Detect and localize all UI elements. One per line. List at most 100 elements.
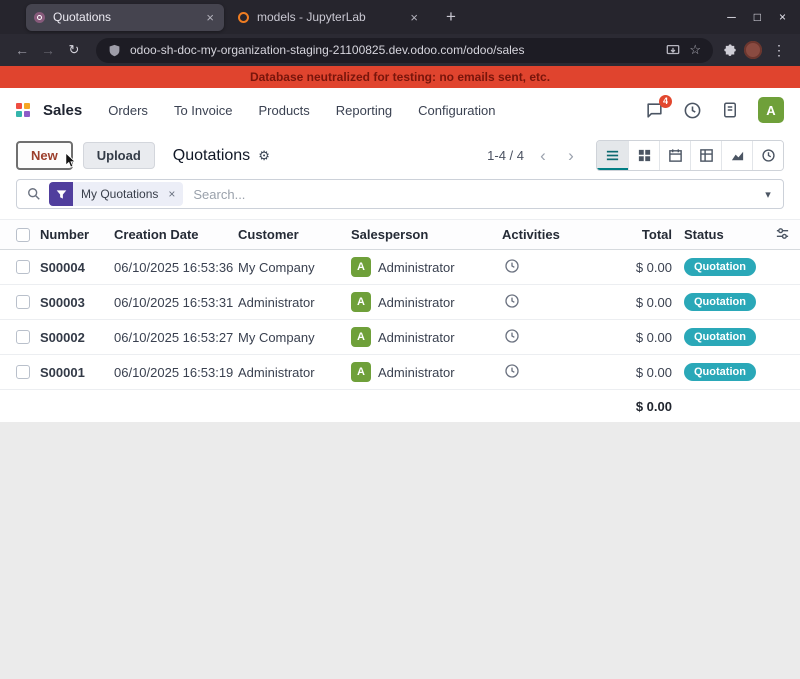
footer-total: $ 0.00	[562, 399, 672, 414]
quotation-number: S00004	[40, 260, 114, 275]
browser-profile-avatar[interactable]	[744, 41, 762, 59]
new-tab-button[interactable]: +	[440, 7, 462, 27]
search-area: My Quotations × ▾	[0, 177, 800, 219]
total-amount: $ 0.00	[562, 260, 672, 275]
forward-button[interactable]: →	[36, 42, 60, 58]
activity-view-button[interactable]	[752, 141, 783, 170]
activity-cell	[502, 328, 562, 347]
user-avatar[interactable]: A	[758, 97, 784, 123]
col-header-salesperson[interactable]: Salesperson	[351, 227, 502, 242]
browser-tab-quotations[interactable]: Quotations ×	[26, 4, 224, 31]
pivot-view-button[interactable]	[690, 141, 721, 170]
select-all-cell	[0, 228, 40, 242]
tab-close-icon[interactable]: ×	[204, 10, 216, 25]
row-checkbox[interactable]	[16, 330, 30, 344]
status-cell: Quotation	[672, 258, 760, 276]
tracking-protection-shield-icon[interactable]	[108, 44, 121, 57]
menu-reporting[interactable]: Reporting	[336, 103, 392, 118]
col-header-status[interactable]: Status	[672, 227, 760, 242]
activity-cell	[502, 363, 562, 382]
page-title: Quotations	[173, 147, 250, 165]
salesperson-name: Administrator	[378, 260, 455, 275]
browser-navbar: ← → ↻ odoo-sh-doc-my-organization-stagin…	[0, 34, 800, 66]
status-badge: Quotation	[684, 328, 756, 346]
salesperson-cell: A Administrator	[351, 327, 502, 347]
systray: 4 A	[645, 97, 784, 123]
extensions-puzzle-icon[interactable]	[723, 43, 738, 58]
activity-clock-icon[interactable]	[504, 363, 520, 382]
total-amount: $ 0.00	[562, 330, 672, 345]
row-checkbox[interactable]	[16, 260, 30, 274]
view-settings-gear-icon[interactable]: ⚙	[258, 148, 270, 164]
view-switcher	[596, 140, 784, 171]
menu-configuration[interactable]: Configuration	[418, 103, 495, 118]
col-header-customer[interactable]: Customer	[238, 227, 351, 242]
row-check-cell	[0, 330, 40, 344]
quotation-row[interactable]: S00003 06/10/2025 16:53:31 Administrator…	[0, 285, 800, 320]
salesperson-name: Administrator	[378, 295, 455, 310]
select-all-checkbox[interactable]	[16, 228, 30, 242]
calendar-view-button[interactable]	[659, 141, 690, 170]
pager-previous-button[interactable]: ‹	[532, 145, 554, 167]
new-button[interactable]: New	[16, 141, 73, 170]
browser-menu-kebab-icon[interactable]: ⋮	[768, 42, 790, 59]
pager-next-button[interactable]: ›	[560, 145, 582, 167]
apps-menu-icon[interactable]	[16, 103, 30, 117]
menu-to-invoice[interactable]: To Invoice	[174, 103, 233, 118]
tab-close-icon[interactable]: ×	[408, 10, 420, 25]
customer: Administrator	[238, 295, 351, 310]
quotation-number: S00003	[40, 295, 114, 310]
col-header-number[interactable]: Number	[40, 227, 114, 242]
salesperson-avatar: A	[351, 257, 371, 277]
journal-icon[interactable]	[721, 101, 739, 119]
window-maximize-button[interactable]: □	[754, 10, 761, 24]
activity-clock-icon[interactable]	[504, 328, 520, 347]
filter-facet-my-quotations[interactable]: My Quotations ×	[49, 182, 183, 206]
row-checkbox[interactable]	[16, 295, 30, 309]
list-view-button[interactable]	[597, 141, 628, 170]
optional-columns-icon[interactable]	[760, 226, 800, 244]
activities-clock-icon[interactable]	[683, 101, 702, 120]
row-checkbox[interactable]	[16, 365, 30, 379]
quotation-row[interactable]: S00004 06/10/2025 16:53:36 My Company A …	[0, 250, 800, 285]
graph-view-button[interactable]	[721, 141, 752, 170]
send-to-device-icon[interactable]	[666, 43, 680, 57]
status-badge: Quotation	[684, 293, 756, 311]
col-header-activities[interactable]: Activities	[502, 227, 562, 242]
col-header-total[interactable]: Total	[562, 227, 672, 242]
search-input[interactable]	[183, 187, 753, 202]
browser-titlebar: Quotations × models - JupyterLab × + ─ □…	[0, 0, 800, 34]
status-badge: Quotation	[684, 363, 756, 381]
window-close-button[interactable]: ×	[779, 10, 786, 24]
back-button[interactable]: ←	[10, 42, 34, 58]
activity-cell	[502, 293, 562, 312]
customer: My Company	[238, 260, 351, 275]
search-box[interactable]: My Quotations × ▾	[16, 179, 784, 209]
creation-date: 06/10/2025 16:53:31	[114, 295, 238, 310]
messages-icon[interactable]: 4	[645, 101, 664, 120]
odoo-webclient: Sales Orders To Invoice Products Reporti…	[0, 88, 800, 422]
reload-button[interactable]: ↻	[62, 42, 86, 58]
col-header-creation-date[interactable]: Creation Date	[114, 227, 238, 242]
menu-orders[interactable]: Orders	[108, 103, 148, 118]
bookmark-star-icon[interactable]: ☆	[689, 42, 701, 58]
activity-clock-icon[interactable]	[504, 258, 520, 277]
kanban-view-button[interactable]	[628, 141, 659, 170]
upload-button[interactable]: Upload	[83, 142, 155, 169]
creation-date: 06/10/2025 16:53:36	[114, 260, 238, 275]
address-bar[interactable]: odoo-sh-doc-my-organization-staging-2110…	[96, 38, 713, 63]
app-name[interactable]: Sales	[43, 102, 82, 119]
list-header-row: Number Creation Date Customer Salesperso…	[0, 219, 800, 250]
salesperson-cell: A Administrator	[351, 362, 502, 382]
window-minimize-button[interactable]: ─	[727, 10, 736, 24]
quotation-number: S00001	[40, 365, 114, 380]
activity-clock-icon[interactable]	[504, 293, 520, 312]
search-dropdown-caret-icon[interactable]: ▾	[753, 180, 783, 208]
browser-tab-jupyterlab[interactable]: models - JupyterLab ×	[230, 4, 428, 31]
creation-date: 06/10/2025 16:53:19	[114, 365, 238, 380]
quotation-row[interactable]: S00002 06/10/2025 16:53:27 My Company A …	[0, 320, 800, 355]
menu-products[interactable]: Products	[258, 103, 309, 118]
facet-remove-icon[interactable]: ×	[166, 182, 183, 206]
quotation-row[interactable]: S00001 06/10/2025 16:53:19 Administrator…	[0, 355, 800, 390]
jupyter-favicon	[238, 12, 249, 23]
